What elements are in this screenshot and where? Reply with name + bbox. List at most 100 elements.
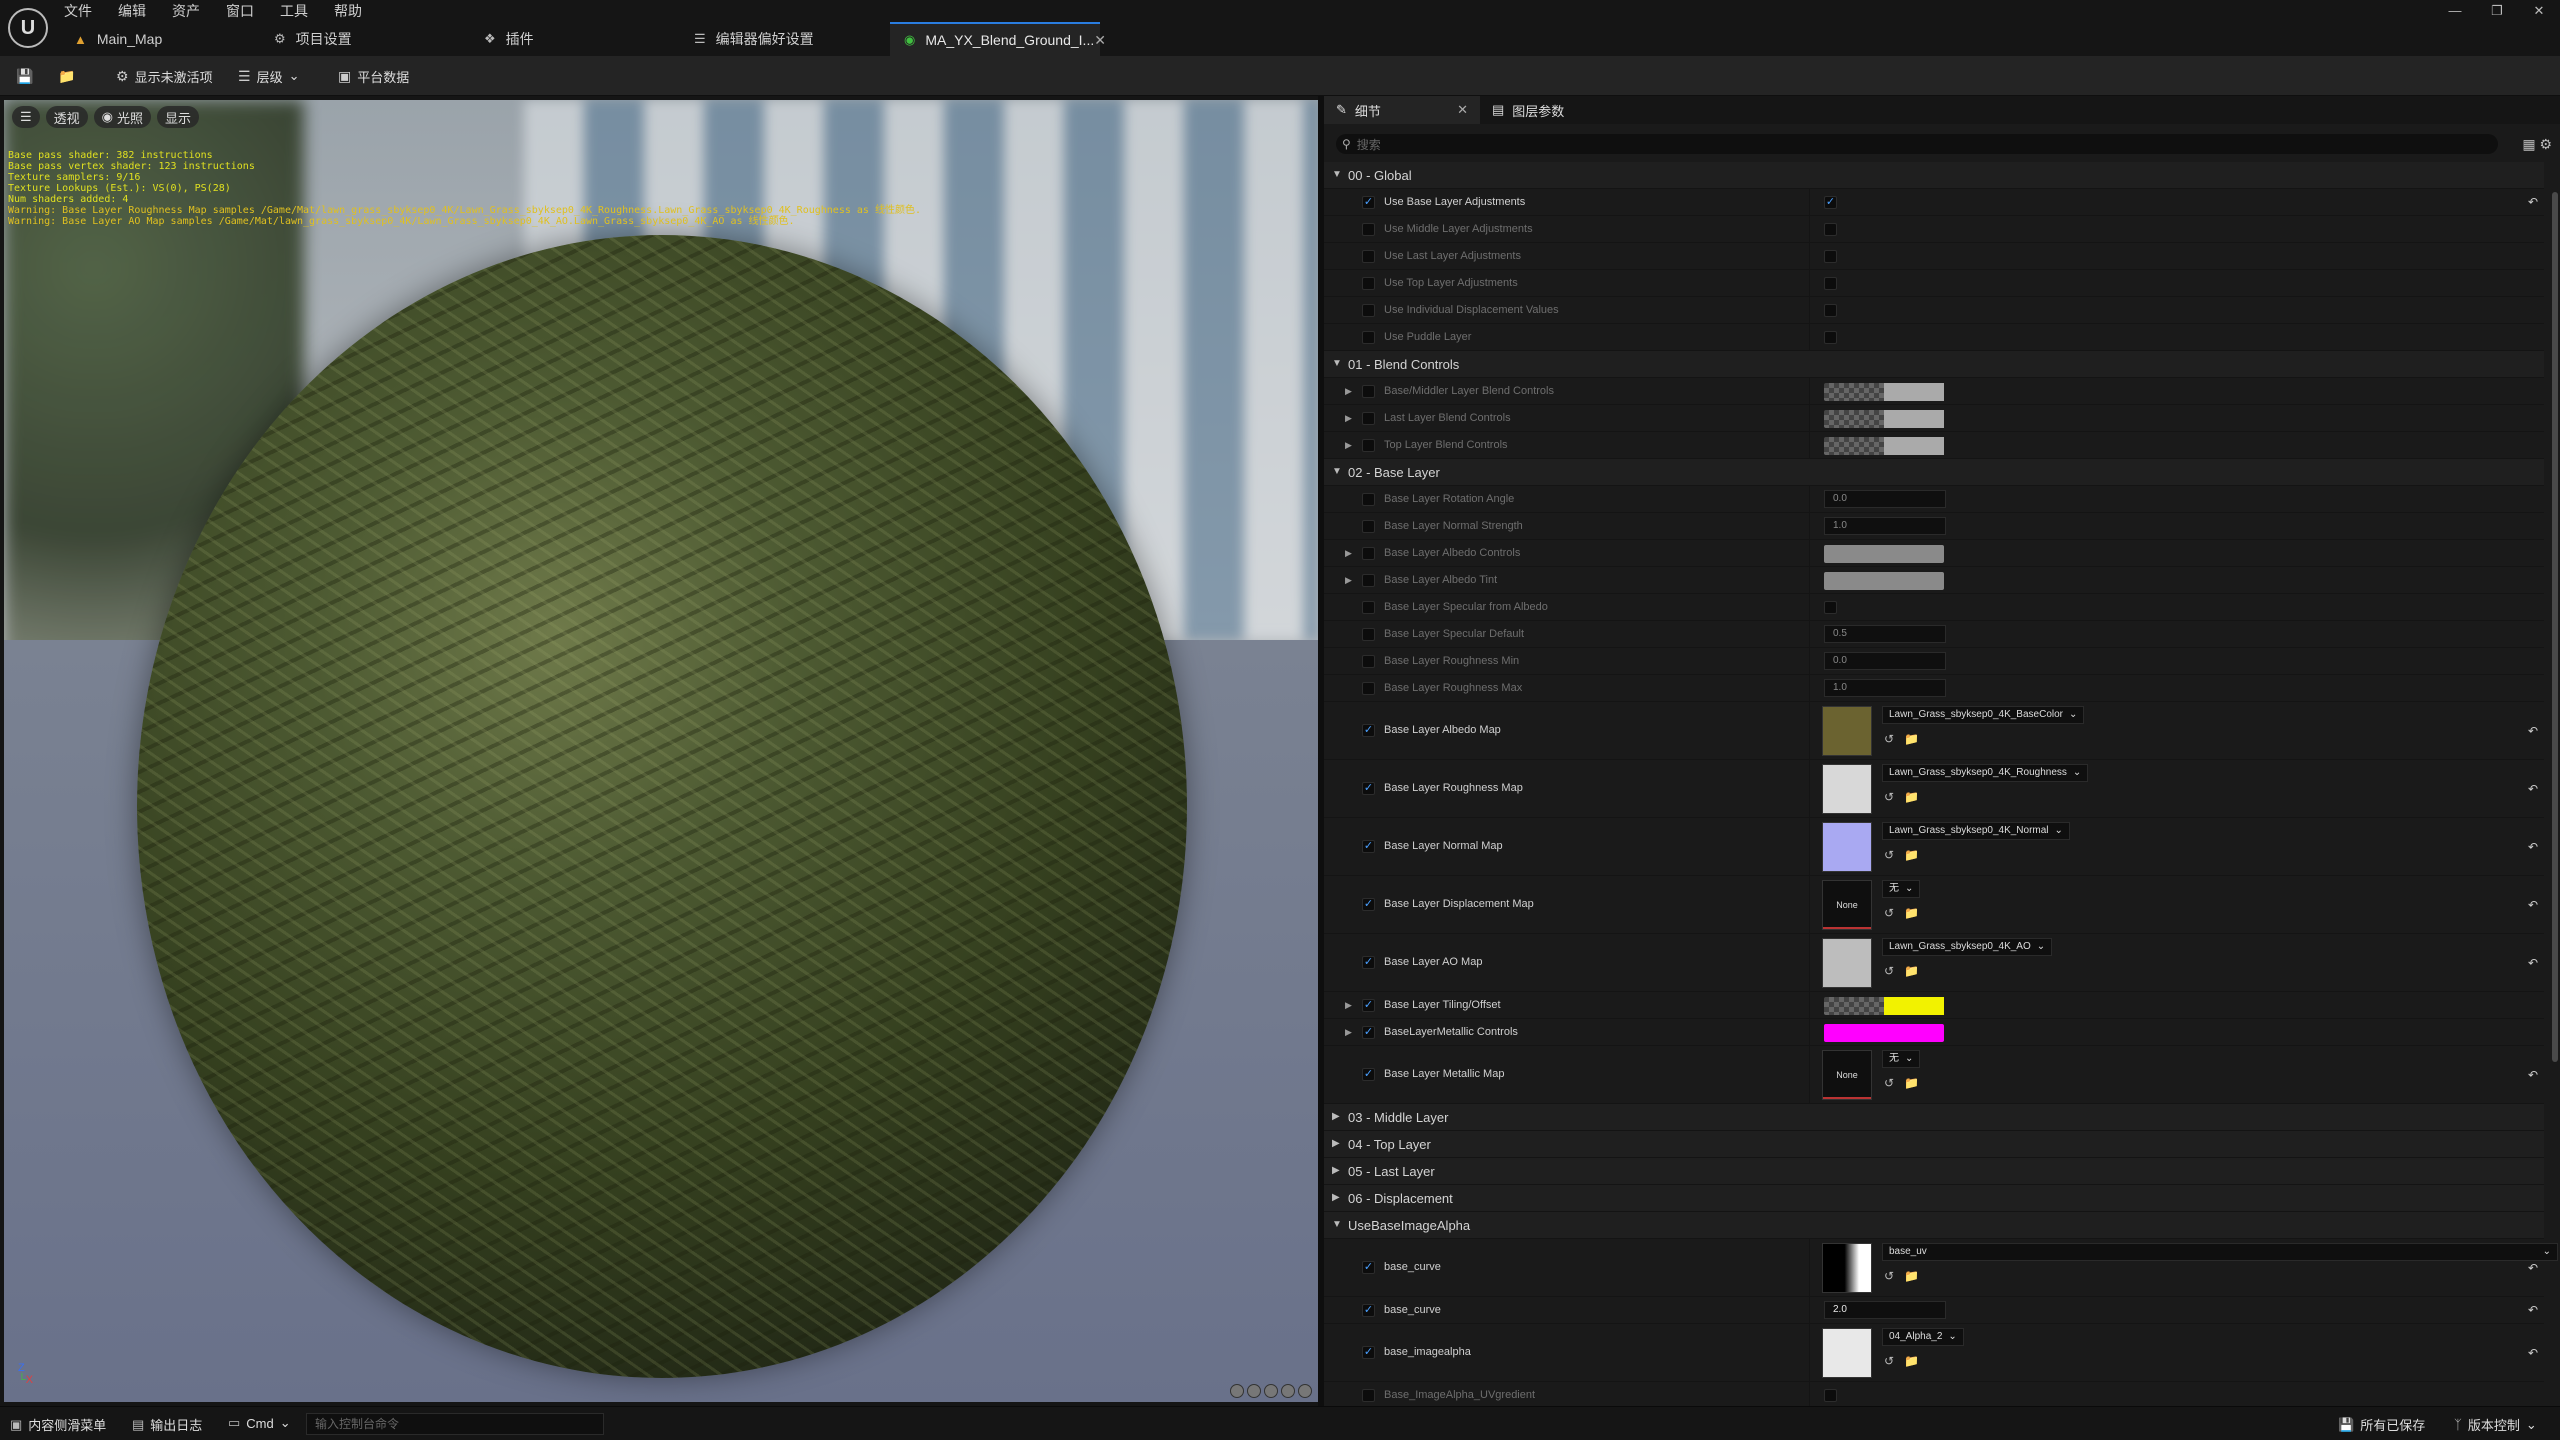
value-checkbox[interactable]: ✓ xyxy=(1824,196,1837,209)
override-checkbox[interactable] xyxy=(1362,682,1375,695)
chevron-down-icon[interactable]: ▼ xyxy=(1332,169,1342,180)
override-checkbox[interactable]: ✓ xyxy=(1362,956,1375,969)
browse-icon[interactable]: 📁 xyxy=(1904,848,1919,862)
number-input[interactable]: 0.5 xyxy=(1824,625,1946,643)
menu-item[interactable]: 帮助 xyxy=(334,0,362,22)
override-checkbox[interactable]: ✓ xyxy=(1362,840,1375,853)
scrollbar[interactable] xyxy=(2552,192,2558,1062)
use-selected-icon[interactable]: ↺ xyxy=(1884,1354,1894,1368)
source-control-button[interactable]: ᛉ 版本控制 ⌄ xyxy=(2454,1415,2537,1434)
browse-icon[interactable]: 📁 xyxy=(1904,906,1919,920)
use-selected-icon[interactable]: ↺ xyxy=(1884,732,1894,746)
use-selected-icon[interactable]: ↺ xyxy=(1884,1076,1894,1090)
console-input[interactable]: 输入控制台命令 xyxy=(306,1413,604,1435)
texture-thumbnail[interactable] xyxy=(1822,822,1872,872)
value-checkbox[interactable] xyxy=(1824,304,1837,317)
category-header[interactable]: ▼ UseBaseImageAlpha xyxy=(1324,1212,2544,1239)
override-checkbox[interactable] xyxy=(1362,412,1375,425)
minimize-icon[interactable]: — xyxy=(2434,0,2476,22)
color-swatch[interactable] xyxy=(1824,437,1944,455)
show-inactive-button[interactable]: ⚙ 显示未激活项 xyxy=(116,64,213,88)
override-checkbox[interactable] xyxy=(1362,223,1375,236)
material-preview-viewport[interactable]: ☰ 透视 ◉ 光照 显示 Base pass shader: 382 instru… xyxy=(4,100,1318,1402)
color-swatch[interactable] xyxy=(1824,410,1944,428)
reset-to-default-icon[interactable]: ↶ xyxy=(2528,1346,2538,1360)
value-checkbox[interactable] xyxy=(1824,250,1837,263)
restore-icon[interactable]: ❐ xyxy=(2476,0,2518,22)
asset-dropdown[interactable]: Lawn_Grass_sbyksep0_4K_BaseColor ⌄ xyxy=(1882,706,2085,724)
category-header[interactable]: ▶ 06 - Displacement xyxy=(1324,1185,2544,1212)
tab-3[interactable]: ☰ 编辑器偏好设置 xyxy=(680,22,890,56)
tab-4[interactable]: ◉ MA_YX_Blend_Ground_I... ✕ xyxy=(890,22,1106,56)
reset-to-default-icon[interactable]: ↶ xyxy=(2528,724,2538,738)
chevron-right-icon[interactable]: ▶ xyxy=(1345,1000,1352,1011)
texture-thumbnail[interactable]: None xyxy=(1822,880,1872,930)
texture-thumbnail[interactable] xyxy=(1822,1328,1872,1378)
lit-button[interactable]: ◉ 光照 xyxy=(93,106,152,128)
save-button[interactable]: 💾 xyxy=(16,64,39,88)
override-checkbox[interactable]: ✓ xyxy=(1362,1068,1375,1081)
asset-dropdown[interactable]: Lawn_Grass_sbyksep0_4K_Roughness ⌄ xyxy=(1882,764,2089,782)
viewport-menu-button[interactable]: ☰ xyxy=(12,106,40,128)
search-input[interactable]: ⚲ 搜索 xyxy=(1336,134,2498,154)
teapot-icon[interactable] xyxy=(1298,1384,1312,1398)
browse-icon[interactable]: 📁 xyxy=(1904,1076,1919,1090)
override-checkbox[interactable] xyxy=(1362,601,1375,614)
sphere-icon[interactable] xyxy=(1247,1384,1261,1398)
value-checkbox[interactable] xyxy=(1824,331,1837,344)
chevron-right-icon[interactable]: ▶ xyxy=(1345,575,1352,586)
hierarchy-button[interactable]: ☰ 层级 ⌄ xyxy=(238,64,299,88)
category-header[interactable]: ▼ 00 - Global xyxy=(1324,162,2544,189)
asset-dropdown[interactable]: 04_Alpha_2 ⌄ xyxy=(1882,1328,1964,1346)
category-header[interactable]: ▼ 01 - Blend Controls xyxy=(1324,351,2544,378)
override-checkbox[interactable] xyxy=(1362,1389,1375,1402)
close-icon[interactable]: ✕ xyxy=(1094,32,1106,49)
override-checkbox[interactable]: ✓ xyxy=(1362,1346,1375,1359)
override-checkbox[interactable] xyxy=(1362,277,1375,290)
override-checkbox[interactable]: ✓ xyxy=(1362,782,1375,795)
chevron-right-icon[interactable]: ▶ xyxy=(1345,440,1352,451)
plane-icon[interactable] xyxy=(1264,1384,1278,1398)
category-header[interactable]: ▶ 04 - Top Layer xyxy=(1324,1131,2544,1158)
reset-to-default-icon[interactable]: ↶ xyxy=(2528,195,2538,209)
browse-icon[interactable]: 📁 xyxy=(1904,1354,1919,1368)
color-swatch[interactable] xyxy=(1824,545,1944,563)
cube-icon[interactable] xyxy=(1281,1384,1295,1398)
override-checkbox[interactable] xyxy=(1362,547,1375,560)
override-checkbox[interactable]: ✓ xyxy=(1362,724,1375,737)
texture-thumbnail[interactable] xyxy=(1822,706,1872,756)
all-saved-button[interactable]: 💾 所有已保存 xyxy=(2338,1415,2425,1434)
cylinder-icon[interactable] xyxy=(1230,1384,1244,1398)
override-checkbox[interactable] xyxy=(1362,493,1375,506)
override-checkbox[interactable]: ✓ xyxy=(1362,1026,1375,1039)
chevron-down-icon[interactable]: ▼ xyxy=(1332,1219,1342,1230)
reset-to-default-icon[interactable]: ↶ xyxy=(2528,840,2538,854)
color-swatch[interactable] xyxy=(1824,997,1944,1015)
grid-icon[interactable]: ▦ xyxy=(2522,136,2535,152)
tab-1[interactable]: ⚙ 项目设置 xyxy=(260,22,470,56)
number-input[interactable]: 1.0 xyxy=(1824,679,1946,697)
menu-item[interactable]: 文件 xyxy=(64,0,92,22)
override-checkbox[interactable]: ✓ xyxy=(1362,1304,1375,1317)
override-checkbox[interactable]: ✓ xyxy=(1362,999,1375,1012)
texture-thumbnail[interactable] xyxy=(1822,1243,1872,1293)
tab-0[interactable]: ▲ Main_Map xyxy=(60,22,260,56)
chevron-right-icon[interactable]: ▶ xyxy=(1345,1027,1352,1038)
override-checkbox[interactable] xyxy=(1362,655,1375,668)
chevron-right-icon[interactable]: ▶ xyxy=(1332,1192,1340,1203)
use-selected-icon[interactable]: ↺ xyxy=(1884,964,1894,978)
number-input[interactable]: 0.0 xyxy=(1824,652,1946,670)
reset-to-default-icon[interactable]: ↶ xyxy=(2528,1261,2538,1275)
browse-icon[interactable]: 📁 xyxy=(1904,964,1919,978)
category-header[interactable]: ▼ 02 - Base Layer xyxy=(1324,459,2544,486)
use-selected-icon[interactable]: ↺ xyxy=(1884,906,1894,920)
color-swatch[interactable] xyxy=(1824,383,1944,401)
use-selected-icon[interactable]: ↺ xyxy=(1884,790,1894,804)
value-checkbox[interactable] xyxy=(1824,601,1837,614)
texture-thumbnail[interactable] xyxy=(1822,764,1872,814)
perspective-button[interactable]: 透视 xyxy=(45,106,88,128)
chevron-right-icon[interactable]: ▶ xyxy=(1332,1111,1340,1122)
close-icon[interactable]: ✕ xyxy=(1457,102,1468,118)
value-checkbox[interactable] xyxy=(1824,223,1837,236)
override-checkbox[interactable]: ✓ xyxy=(1362,1261,1375,1274)
